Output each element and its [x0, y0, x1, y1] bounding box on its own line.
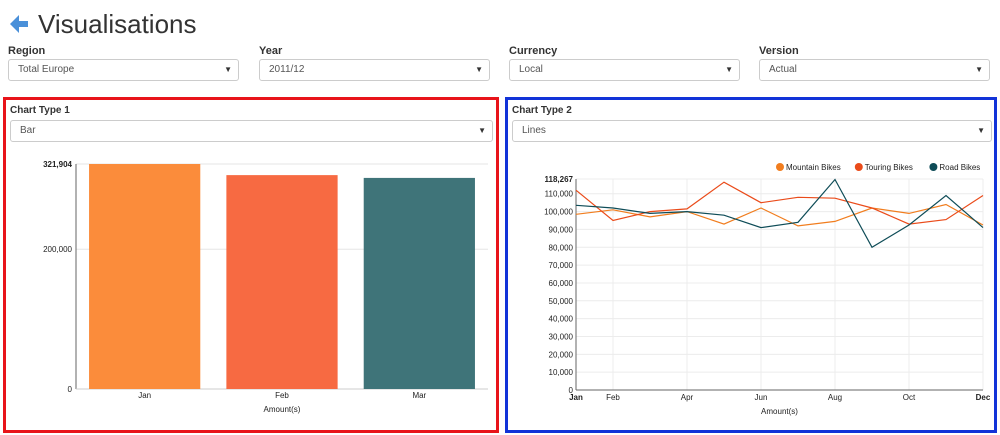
bar-mar — [363, 177, 475, 389]
y-tick-label: 80,000 — [549, 243, 574, 252]
legend-swatch-road-bikes — [929, 163, 938, 171]
currency-select-value: Local — [519, 64, 543, 75]
caret-down-icon: ▼ — [224, 65, 232, 74]
caret-down-icon: ▼ — [975, 65, 983, 74]
region-label: Region — [8, 45, 46, 57]
x-tick-label: Aug — [828, 393, 842, 402]
y-tick-label: 30,000 — [549, 332, 574, 341]
legend-label-road-bikes: Road Bikes — [939, 163, 980, 172]
chart-panel-2: Chart Type 2 Lines ▼ 0 10,000 20,000 30,000… — [505, 97, 997, 433]
y-tick-label: 60,000 — [549, 279, 574, 288]
version-label: Version — [759, 45, 799, 57]
currency-filter: Currency Local ▼ — [509, 44, 740, 81]
caret-down-icon: ▼ — [475, 65, 483, 74]
version-select-value: Actual — [769, 64, 797, 75]
legend-swatch-mountain-bikes — [776, 163, 784, 171]
x-tick-label: Jan — [569, 393, 583, 402]
x-tick-label: Feb — [606, 393, 620, 402]
caret-down-icon: ▼ — [725, 65, 733, 74]
x-tick-label: Jun — [755, 393, 768, 402]
year-filter: Year 2011/12 ▼ — [259, 44, 490, 81]
region-select[interactable]: Total Europe ▼ — [8, 59, 239, 81]
y-tick-label: 10,000 — [549, 368, 574, 377]
x-tick-label: Mar — [412, 391, 426, 400]
y-tick-label: 118,267 — [545, 175, 574, 184]
chart-type-1-label: Chart Type 1 — [10, 105, 70, 116]
x-tick-label: Feb — [275, 391, 289, 400]
line-chart: 010,00020,00030,00040,00050,00060,00070,… — [544, 163, 991, 416]
chart-type-2-select[interactable]: Lines ▼ — [512, 120, 992, 142]
page-title: Visualisations — [38, 8, 197, 39]
y-tick-label: 321,904 — [43, 160, 72, 169]
caret-down-icon: ▼ — [977, 126, 985, 135]
series-line-touring-bikes — [575, 181, 984, 225]
chart-type-1-select-value: Bar — [20, 125, 36, 136]
year-select-value: 2011/12 — [269, 64, 305, 75]
y-tick-label: 50,000 — [549, 297, 574, 306]
x-tick-label: Dec — [976, 393, 991, 402]
version-select[interactable]: Actual ▼ — [759, 59, 990, 81]
region-select-value: Total Europe — [18, 64, 75, 75]
y-tick-label: 200,000 — [43, 245, 72, 254]
chart-type-2-label: Chart Type 2 — [512, 105, 572, 116]
x-axis-title: Amount(s) — [761, 407, 798, 416]
y-tick-label: 110,000 — [545, 190, 574, 199]
x-tick-label: Oct — [903, 393, 916, 402]
y-tick-label: 90,000 — [549, 225, 574, 234]
x-axis-title: Amount(s) — [264, 405, 301, 414]
y-tick-label: 0 — [68, 385, 73, 394]
currency-label: Currency — [509, 45, 558, 57]
legend-label-touring-bikes: Touring Bikes — [865, 163, 913, 172]
version-filter: Version Actual ▼ — [759, 44, 990, 81]
bar-jan — [89, 164, 201, 389]
region-filter: Region Total Europe ▼ — [8, 44, 239, 81]
legend-label-mountain-bikes: Mountain Bikes — [786, 163, 841, 172]
legend-swatch-touring-bikes — [854, 163, 863, 171]
bar-chart: 0 200,000 321,904 Jan Feb Mar Amount(s) — [43, 160, 488, 414]
year-select[interactable]: 2011/12 ▼ — [259, 59, 490, 81]
x-tick-label: Apr — [681, 393, 694, 402]
caret-down-icon: ▼ — [478, 126, 486, 135]
chart-type-1-select[interactable]: Bar ▼ — [10, 120, 493, 142]
arrow-left-icon[interactable] — [8, 13, 30, 35]
x-tick-label: Jan — [138, 391, 151, 400]
y-tick-label: 40,000 — [549, 315, 574, 324]
y-tick-label: 70,000 — [549, 261, 574, 270]
chart-type-2-select-value: Lines — [522, 125, 546, 136]
currency-select[interactable]: Local ▼ — [509, 59, 740, 81]
page-header: Visualisations — [8, 8, 197, 40]
series-line-road-bikes — [575, 178, 984, 249]
year-label: Year — [259, 45, 283, 57]
y-tick-label: 100,000 — [544, 208, 573, 217]
bar-feb — [226, 175, 338, 389]
y-tick-label: 20,000 — [549, 350, 574, 359]
chart-panel-1: Chart Type 1 Bar ▼ 0 200,000 321,904 Jan Feb… — [3, 97, 499, 433]
